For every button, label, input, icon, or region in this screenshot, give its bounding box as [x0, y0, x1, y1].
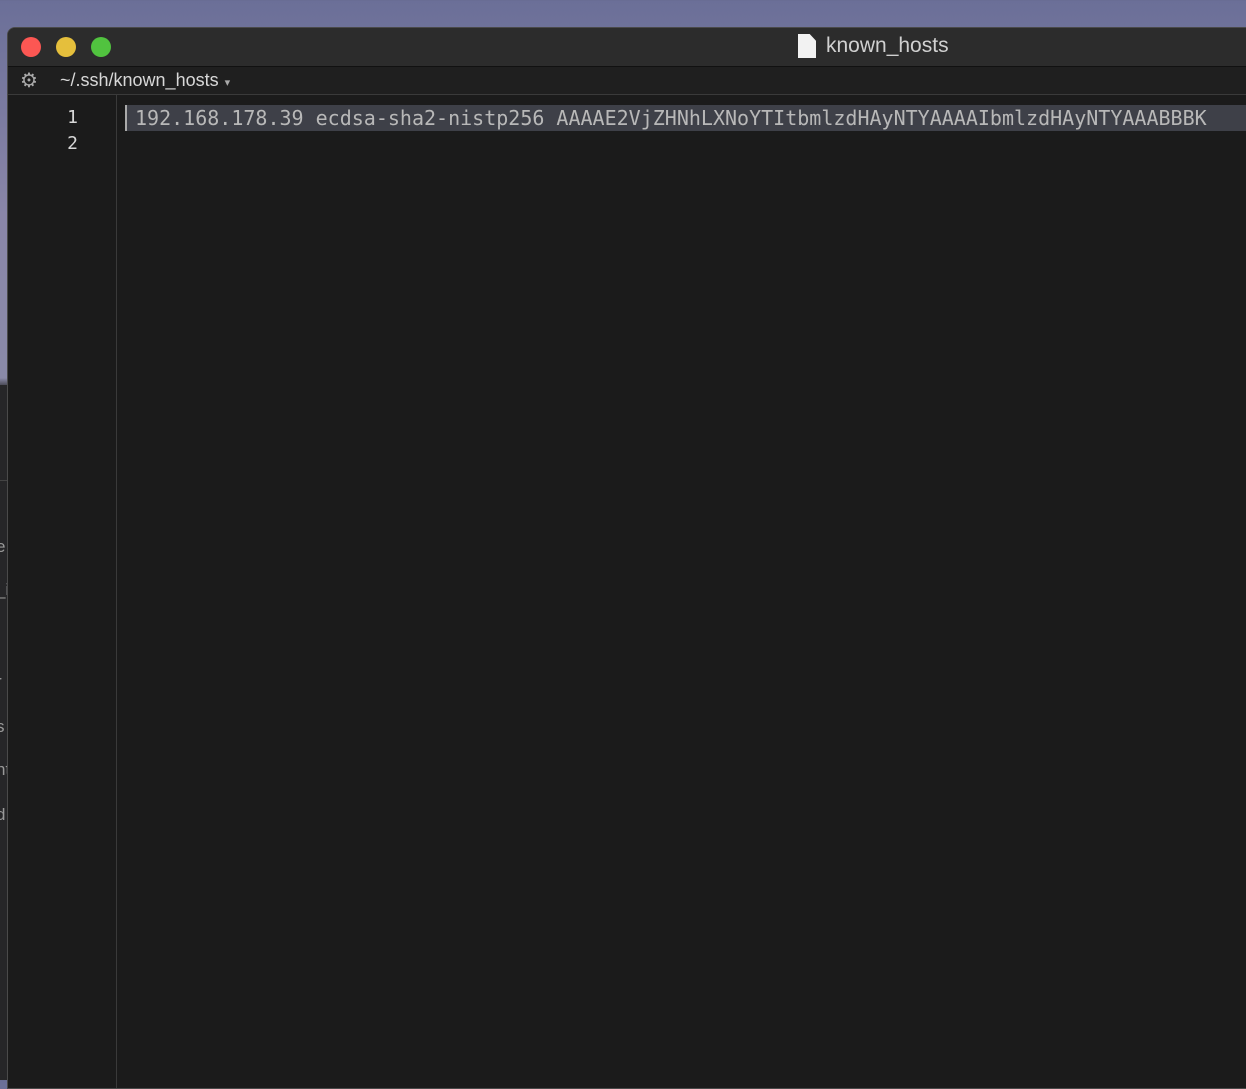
line-number: 1	[67, 107, 78, 128]
file-path-dropdown[interactable]: ~/.ssh/known_hosts ▾	[60, 70, 230, 91]
close-button[interactable]	[21, 37, 41, 57]
gear-icon[interactable]: ⚙	[20, 68, 38, 93]
editor-window: known_hosts ⚙ ~/.ssh/known_hosts ▾ 1 2 19…	[7, 27, 1246, 1089]
document-icon	[798, 34, 816, 58]
editor[interactable]: 1 2 192.168.178.39 ecdsa-sha2-nistp256 A…	[8, 95, 1246, 1088]
line-number: 2	[67, 133, 78, 154]
chevron-down-icon: ▾	[224, 77, 231, 89]
bg-text: d	[0, 805, 6, 824]
window-title-text: known_hosts	[826, 34, 949, 57]
path-bar: ⚙ ~/.ssh/known_hosts ▾	[8, 67, 1246, 95]
title-bar[interactable]: known_hosts	[8, 28, 1246, 67]
line-number-gutter: 1 2	[8, 95, 117, 1088]
bg-text: r	[0, 672, 2, 692]
minimize-button[interactable]	[56, 37, 76, 57]
window-title: known_hosts	[798, 34, 949, 58]
zoom-button[interactable]	[91, 37, 111, 57]
bg-text: s	[0, 717, 5, 736]
bg-text: e	[0, 537, 6, 556]
file-path: ~/.ssh/known_hosts	[60, 70, 219, 90]
code-line-selected[interactable]: 192.168.178.39 ecdsa-sha2-nistp256 AAAAE…	[125, 105, 1246, 131]
